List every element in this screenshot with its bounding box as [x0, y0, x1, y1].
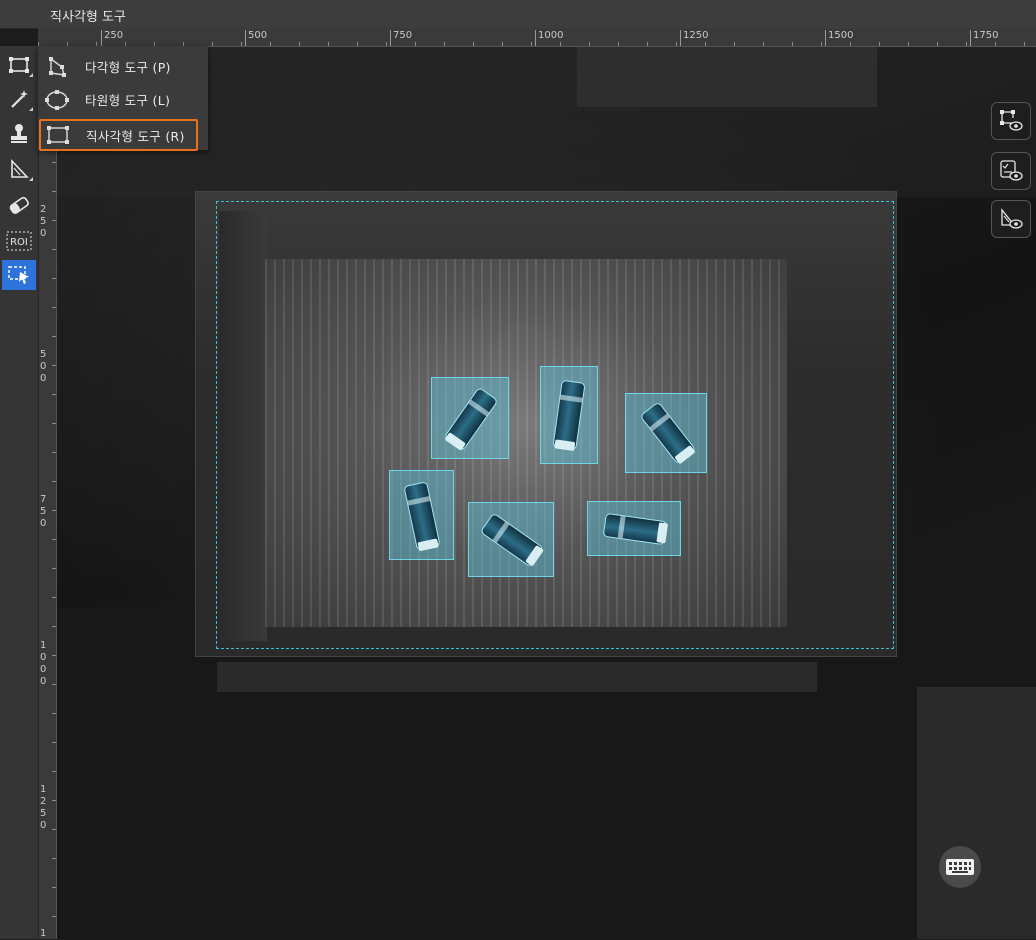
ruler-label: 7 5 0 — [40, 494, 47, 529]
bounding-box-label[interactable] — [431, 377, 509, 459]
image-canvas[interactable] — [57, 47, 1036, 939]
polygon-tool-item[interactable]: 다각형 도구 (P) — [38, 50, 208, 83]
ruler-label: 1 2 5 0 — [40, 784, 47, 831]
top-ruler: 250 500 750 1000 1250 1500 1750 — [38, 28, 1036, 47]
ellipse-tool-label: 타원형 도구 (L) — [85, 93, 171, 108]
eraser-icon — [9, 196, 29, 214]
rectangle-tool-button[interactable] — [2, 50, 36, 80]
keyboard-icon — [946, 859, 974, 875]
stamp-tool-button[interactable] — [2, 118, 36, 148]
roi-label: ROI — [10, 237, 28, 248]
polygon-fill-tool-button[interactable] — [2, 154, 36, 184]
mask-visibility-icon — [1001, 208, 1023, 229]
toggle-shape-visibility-button[interactable] — [991, 102, 1031, 140]
ruler-label: 1250 — [683, 30, 709, 41]
left-ruler: 2 5 0 5 0 0 7 5 0 1 0 0 0 1 2 5 0 1 — [38, 46, 57, 939]
toggle-mask-visibility-button[interactable] — [991, 200, 1031, 238]
bounding-box-label[interactable] — [587, 501, 681, 556]
bounding-box-label[interactable] — [625, 393, 707, 473]
polygon-tool-label: 다각형 도구 (P) — [85, 60, 171, 75]
roi-icon: ROI — [6, 231, 32, 251]
label-list-visibility-icon — [1000, 160, 1023, 181]
ruler-label: 2 5 0 — [40, 204, 47, 239]
rectangle-select-icon — [9, 57, 29, 73]
bounding-box-label[interactable] — [389, 470, 454, 560]
rectangle-icon — [45, 124, 71, 146]
ruler-label: 1 — [40, 928, 47, 939]
ruler-label: 750 — [393, 30, 413, 41]
magic-wand-icon — [11, 90, 28, 108]
ruler-label: 5 0 0 — [40, 349, 47, 384]
ellipse-icon — [44, 89, 70, 111]
rectangle-tool-label: 직사각형 도구 (R) — [86, 128, 185, 144]
magic-wand-tool-button[interactable] — [2, 84, 36, 114]
ruler-label: 250 — [104, 30, 124, 41]
left-toolbar: ROI — [0, 46, 39, 939]
title-bar: 직사각형 도구 — [0, 0, 1036, 29]
bounding-box-label[interactable] — [540, 366, 598, 464]
ruler-label: 1000 — [538, 30, 564, 41]
ruler-label: 1 0 0 0 — [40, 640, 47, 687]
eraser-tool-button[interactable] — [2, 190, 36, 220]
roi-tool-button[interactable]: ROI — [2, 226, 36, 256]
bounding-box-label[interactable] — [468, 502, 554, 577]
rectangle-tool-item[interactable]: 직사각형 도구 (R) — [39, 119, 198, 151]
ruler-label: 1750 — [973, 30, 999, 41]
stamp-icon — [11, 124, 27, 143]
ellipse-tool-item[interactable]: 타원형 도구 (L) — [38, 83, 208, 116]
window-title: 직사각형 도구 — [50, 10, 126, 25]
keyboard-shortcuts-button[interactable] — [939, 846, 981, 888]
shape-visibility-icon — [1000, 110, 1023, 131]
polygon-fill-icon — [11, 158, 29, 178]
select-arrow-icon — [8, 266, 29, 284]
select-tool-button[interactable] — [2, 260, 36, 290]
toggle-label-list-visibility-button[interactable] — [991, 152, 1031, 190]
polygon-icon — [44, 56, 70, 78]
ruler-label: 1500 — [828, 30, 854, 41]
shape-tool-flyout: 다각형 도구 (P) 타원형 도구 (L) 직사각형 도구 (R) — [38, 46, 208, 151]
ruler-label: 500 — [248, 30, 268, 41]
